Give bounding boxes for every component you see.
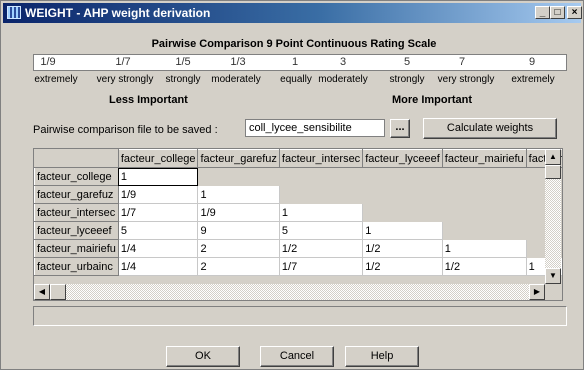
horizontal-scroll-thumb[interactable]: [50, 284, 66, 300]
matrix-cell[interactable]: 5: [279, 221, 364, 240]
table-row: facteur_lyceeef 5 9 5 1: [34, 221, 562, 240]
row-header[interactable]: facteur_lyceeef: [34, 221, 119, 240]
column-header[interactable]: facteur_garefuz: [197, 149, 280, 168]
arrow-down-icon[interactable]: ▼: [545, 268, 561, 284]
table-row: facteur_garefuz 1/9 1: [34, 185, 562, 204]
pairwise-matrix-grid[interactable]: facteur_college facteur_garefuz facteur_…: [33, 148, 563, 301]
arrow-left-icon[interactable]: ◀: [34, 284, 50, 300]
matrix-cell[interactable]: 1/7: [118, 203, 199, 222]
row-header[interactable]: facteur_mairiefu: [34, 239, 119, 258]
file-label: Pairwise comparison file to be saved :: [33, 124, 218, 136]
matrix-cell: [442, 203, 527, 222]
matrix-cell[interactable]: 1/2: [362, 257, 443, 276]
vertical-scroll-thumb[interactable]: [545, 165, 561, 179]
row-header[interactable]: facteur_garefuz: [34, 185, 119, 204]
status-bar: [33, 306, 567, 326]
scale-tick: 3: [339, 56, 347, 68]
matrix-cell[interactable]: 2: [197, 257, 280, 276]
matrix-cell[interactable]: 1: [197, 185, 280, 204]
scale-tick: 9: [528, 56, 536, 68]
scale-tick: 1/3: [230, 56, 246, 68]
row-header[interactable]: facteur_intersec: [34, 203, 119, 222]
matrix-cell[interactable]: 1/7: [279, 257, 364, 276]
scale-group-title: Pairwise Comparison 9 Point Continuous R…: [0, 38, 588, 50]
scale-label: extremely: [34, 74, 78, 85]
table-row: facteur_mairiefu 1/4 2 1/2 1/2 1: [34, 239, 562, 258]
column-header[interactable]: facteur_mairiefu: [441, 149, 527, 168]
matrix-cell: [362, 167, 443, 186]
window-title: WEIGHT - AHP weight derivation: [25, 6, 211, 20]
matrix-cell[interactable]: 5: [118, 221, 199, 240]
close-button[interactable]: ×: [567, 6, 582, 19]
grid-corner: [34, 149, 119, 168]
arrow-right-icon[interactable]: ▶: [529, 284, 545, 300]
matrix-table: facteur_college facteur_garefuz facteur_…: [34, 149, 562, 276]
matrix-cell[interactable]: 1: [362, 221, 443, 240]
matrix-cell: [279, 185, 364, 204]
matrix-cell: [442, 185, 527, 204]
less-important-label: Less Important: [109, 94, 188, 106]
comparison-file-input[interactable]: [245, 119, 385, 137]
help-button[interactable]: Help: [345, 346, 419, 367]
row-header[interactable]: facteur_urbainc: [34, 257, 119, 276]
header-row: facteur_college facteur_garefuz facteur_…: [34, 149, 562, 168]
restore-button[interactable]: □: [550, 6, 565, 19]
scale-label: extremely: [511, 74, 555, 85]
more-important-label: More Important: [392, 94, 473, 106]
row-header[interactable]: facteur_college: [34, 167, 119, 186]
matrix-cell[interactable]: 1/9: [118, 185, 199, 204]
column-header[interactable]: facteur_intersec: [278, 149, 364, 168]
ok-button[interactable]: OK: [166, 346, 240, 367]
matrix-cell[interactable]: 1/2: [442, 257, 527, 276]
matrix-cell: [279, 167, 364, 186]
scale-tick: 1: [291, 56, 299, 68]
matrix-cell: [197, 167, 280, 186]
vertical-scrollbar[interactable]: ▲ ▼: [545, 149, 561, 284]
table-row: facteur_college 1: [34, 167, 562, 186]
matrix-cell[interactable]: 1/4: [118, 239, 199, 258]
arrow-up-icon[interactable]: ▲: [545, 149, 561, 165]
matrix-cell[interactable]: 1: [442, 239, 527, 258]
browse-button[interactable]: ...: [390, 119, 410, 138]
title-bar[interactable]: WEIGHT - AHP weight derivation _ □ ×: [3, 3, 582, 23]
matrix-cell[interactable]: 1/4: [118, 257, 199, 276]
grid-app-icon: [7, 6, 21, 19]
scale-tick: 1/9: [40, 56, 56, 68]
scale-tick: 5: [403, 56, 411, 68]
matrix-cell[interactable]: 2: [197, 239, 280, 258]
matrix-cell: [442, 167, 527, 186]
matrix-cell: [362, 185, 443, 204]
matrix-cell: [362, 203, 443, 222]
horizontal-scrollbar[interactable]: ◀ ▶: [34, 284, 545, 300]
scale-tick: 1/5: [175, 56, 191, 68]
matrix-cell[interactable]: 9: [197, 221, 280, 240]
column-header[interactable]: facteur_college: [117, 149, 199, 168]
table-row: facteur_intersec 1/7 1/9 1: [34, 203, 562, 222]
scale-tick: 1/7: [115, 56, 131, 68]
matrix-cell[interactable]: 1: [118, 167, 199, 186]
matrix-cell[interactable]: 1: [279, 203, 364, 222]
matrix-cell: [442, 221, 527, 240]
matrix-cell[interactable]: 1/2: [362, 239, 443, 258]
table-row: facteur_urbainc 1/4 2 1/7 1/2 1/2 1: [34, 257, 562, 276]
calculate-weights-button[interactable]: Calculate weights: [423, 118, 557, 139]
matrix-cell[interactable]: 1/9: [197, 203, 280, 222]
column-header[interactable]: facteur_lyceeef: [362, 149, 443, 168]
scale-tick: 7: [458, 56, 466, 68]
minimize-button[interactable]: _: [535, 6, 550, 19]
matrix-cell[interactable]: 1/2: [279, 239, 364, 258]
cancel-button[interactable]: Cancel: [260, 346, 334, 367]
